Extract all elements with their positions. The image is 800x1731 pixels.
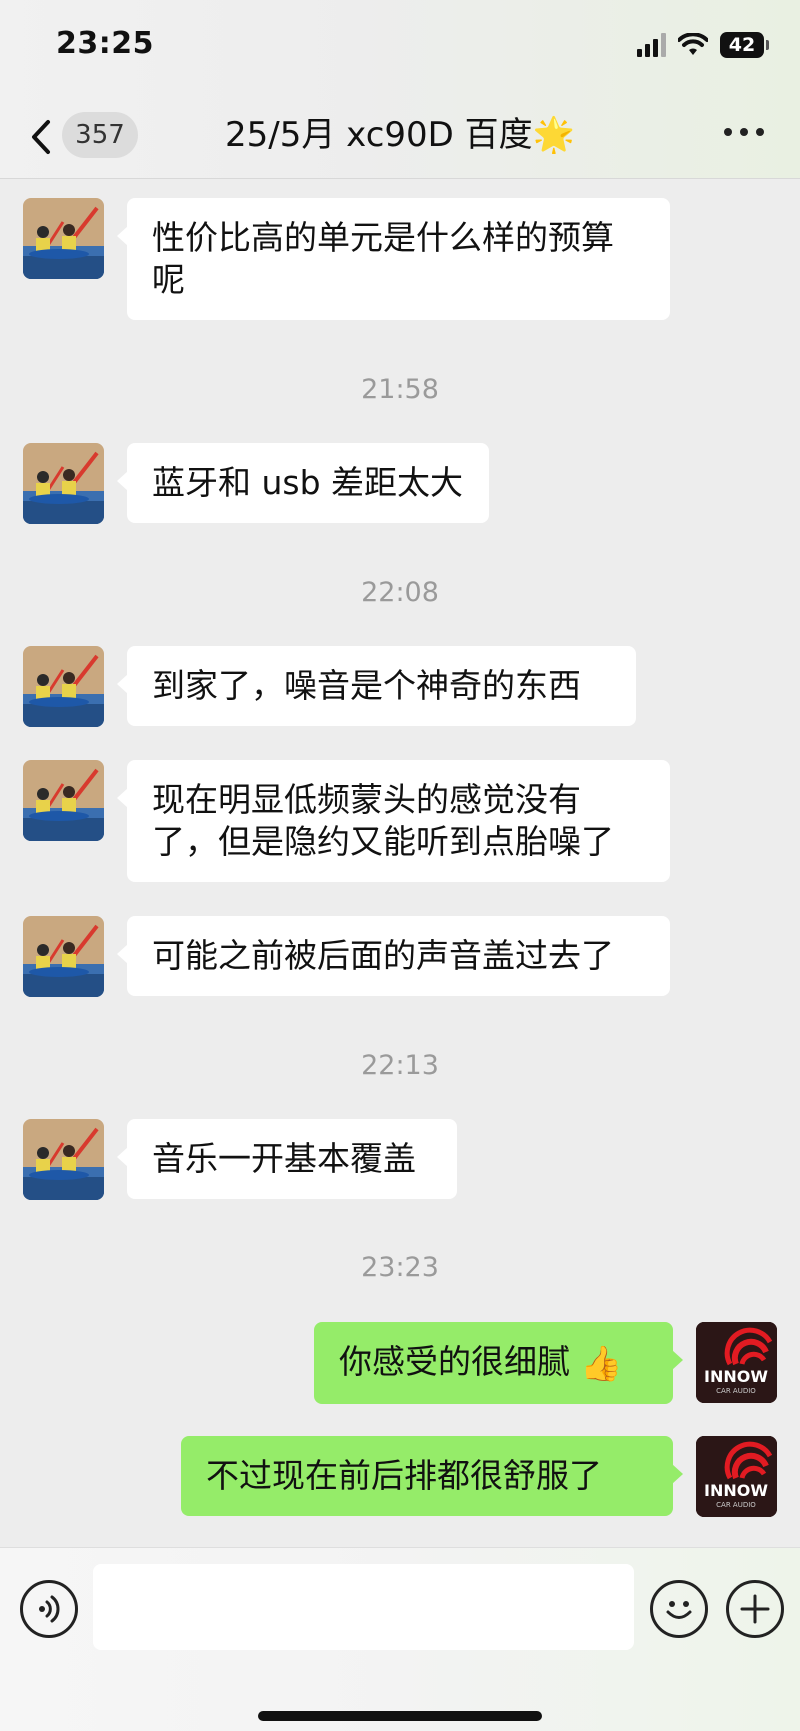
message-text: 你感受的很细腻 <box>339 1342 570 1381</box>
input-bar <box>0 1547 800 1731</box>
contact-avatar[interactable] <box>23 1119 104 1200</box>
incoming-message-bubble[interactable]: 蓝牙和 usb 差距太大 <box>117 443 489 523</box>
home-indicator[interactable] <box>258 1711 542 1721</box>
svg-text:CAR AUDIO: CAR AUDIO <box>716 1387 756 1395</box>
svg-text:INNOW: INNOW <box>704 1481 768 1500</box>
cellular-signal-icon <box>637 33 666 57</box>
timestamp: 22:08 <box>361 577 439 608</box>
plus-circle-icon[interactable] <box>726 1580 784 1638</box>
chat-title: 25/5月 xc90D 百度🌟 <box>225 115 575 155</box>
message-input[interactable] <box>93 1564 634 1650</box>
svg-text:INNOW: INNOW <box>704 1367 768 1386</box>
incoming-message-bubble[interactable]: 到家了，噪音是个神奇的东西 <box>117 646 636 726</box>
innow-logo-icon: INNOW CAR AUDIO <box>696 1322 777 1403</box>
status-icons: 42 <box>637 32 769 58</box>
voice-input-icon[interactable] <box>20 1580 78 1638</box>
incoming-message-bubble[interactable]: 现在明显低频蒙头的感觉没有了，但是隐约又能听到点胎噪了 <box>117 760 670 882</box>
status-time: 23:25 <box>56 26 154 61</box>
chevron-left-icon[interactable] <box>26 112 56 162</box>
chat-screen: 23:25 42 357 25/5月 xc90D 百度🌟 性价比高的单元是什么样… <box>0 0 800 1731</box>
wifi-icon <box>678 33 708 55</box>
timestamp: 22:13 <box>361 1050 439 1081</box>
timestamp: 23:23 <box>361 1252 439 1283</box>
incoming-message-bubble[interactable]: 性价比高的单元是什么样的预算呢 <box>117 198 670 320</box>
battery-indicator: 42 <box>720 32 769 58</box>
contact-avatar[interactable] <box>23 443 104 524</box>
incoming-message-bubble[interactable]: 音乐一开基本覆盖 <box>117 1119 457 1199</box>
message-list[interactable]: 性价比高的单元是什么样的预算呢 21:58 蓝牙和 usb 差距太大 22:08… <box>0 179 800 1547</box>
timestamp: 21:58 <box>361 374 439 405</box>
outgoing-message-bubble[interactable]: 不过现在前后排都很舒服了 <box>181 1436 683 1516</box>
my-avatar[interactable]: INNOW CAR AUDIO <box>696 1322 777 1403</box>
outgoing-message-bubble[interactable]: 你感受的很细腻 👍 <box>314 1322 683 1404</box>
innow-logo-icon: INNOW CAR AUDIO <box>696 1436 777 1517</box>
contact-avatar[interactable] <box>23 198 104 279</box>
contact-avatar[interactable] <box>23 646 104 727</box>
thumbs-up-icon: 👍 <box>580 1343 623 1384</box>
more-dots-icon[interactable] <box>724 128 764 136</box>
top-bar: 23:25 42 357 25/5月 xc90D 百度🌟 <box>0 0 800 179</box>
my-avatar[interactable]: INNOW CAR AUDIO <box>696 1436 777 1517</box>
contact-avatar[interactable] <box>23 760 104 841</box>
incoming-message-bubble[interactable]: 可能之前被后面的声音盖过去了 <box>117 916 670 996</box>
unread-count-badge[interactable]: 357 <box>62 112 138 158</box>
emoji-smile-icon[interactable] <box>650 1580 708 1638</box>
contact-avatar[interactable] <box>23 916 104 997</box>
svg-text:CAR AUDIO: CAR AUDIO <box>716 1501 756 1509</box>
